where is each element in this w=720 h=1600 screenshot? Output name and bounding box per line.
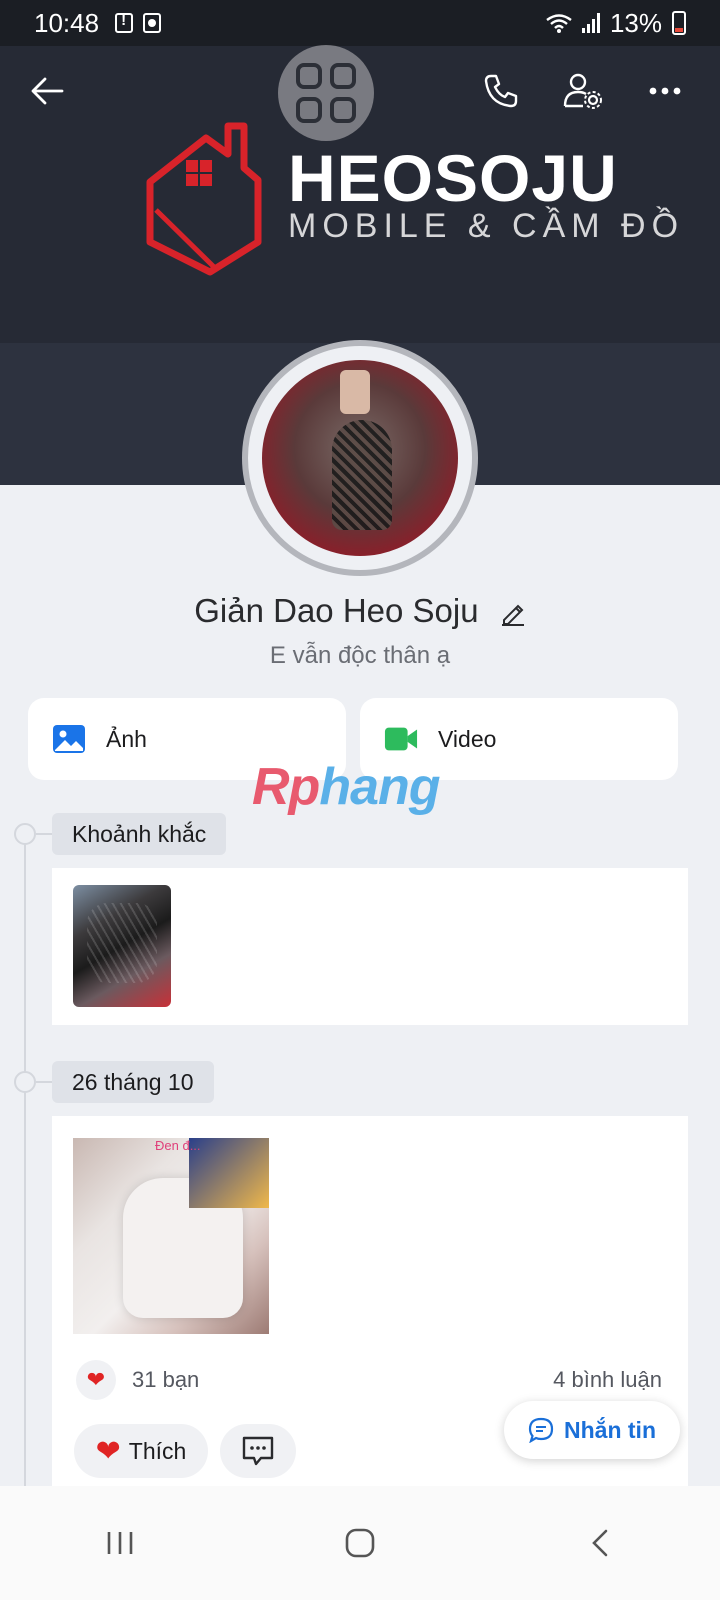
status-bar: 10:48 13% xyxy=(0,0,720,46)
message-button-label: Nhắn tin xyxy=(564,1416,656,1443)
chat-icon xyxy=(528,1417,554,1443)
system-nav-bar xyxy=(0,1486,720,1600)
home-button[interactable] xyxy=(330,1513,390,1573)
status-time: 10:48 xyxy=(34,7,100,38)
pencil-icon[interactable] xyxy=(500,600,526,627)
avatar[interactable] xyxy=(262,360,458,556)
screen-record-icon xyxy=(143,13,162,33)
reaction-summary: ❤ 31 bạn 4 bình luận xyxy=(76,1360,662,1400)
timeline-line xyxy=(24,830,26,1530)
phone-icon xyxy=(484,74,518,108)
battery-icon xyxy=(672,11,686,35)
heart-icon: ❤ xyxy=(95,1434,121,1468)
wifi-icon xyxy=(546,14,572,33)
avatar-frame[interactable] xyxy=(242,340,478,576)
chevron-left-icon xyxy=(592,1529,608,1557)
profile-bio: E vẫn độc thân ạ xyxy=(269,642,451,669)
recent-apps-icon xyxy=(107,1532,133,1554)
profile-settings-button[interactable] xyxy=(548,56,618,126)
post-photo[interactable]: Đen đ... xyxy=(73,1138,269,1334)
comment-button[interactable] xyxy=(220,1424,296,1478)
recent-apps-button[interactable] xyxy=(90,1513,150,1573)
battery-percent: 13% xyxy=(609,7,662,38)
profile-name-row: Giản Dao Heo Soju xyxy=(0,592,720,630)
signal-icon xyxy=(581,13,600,33)
video-camera-icon xyxy=(384,727,418,751)
home-icon xyxy=(345,1528,375,1558)
timeline-dot xyxy=(14,1071,36,1093)
more-horizontal-icon xyxy=(649,87,681,95)
house-logo-icon xyxy=(146,122,262,276)
reaction-count[interactable]: 31 bạn xyxy=(132,1367,199,1393)
message-button[interactable]: Nhắn tin xyxy=(504,1401,680,1459)
post-photo-caption: Đen đ... xyxy=(155,1138,201,1153)
image-icon xyxy=(53,725,85,753)
like-button-label: Thích xyxy=(128,1437,187,1464)
timeline-dot xyxy=(14,823,36,845)
timeline-tick xyxy=(36,833,52,835)
user-settings-icon xyxy=(563,73,602,109)
brand-name: HEOSOJU xyxy=(288,141,618,215)
timeline-label-moments: Khoảnh khắc xyxy=(52,813,227,855)
call-button[interactable] xyxy=(466,56,536,126)
watermark-part2: hang xyxy=(319,758,440,816)
back-nav-button[interactable] xyxy=(570,1513,630,1573)
moment-photo[interactable] xyxy=(73,885,171,1007)
watermark-part1: Rp xyxy=(252,758,320,816)
back-button[interactable] xyxy=(12,56,82,126)
profile-name: Giản Dao Heo Soju xyxy=(194,592,479,629)
comment-bubble-icon xyxy=(242,1436,274,1466)
heart-reaction-icon[interactable]: ❤ xyxy=(76,1360,116,1400)
photos-tab-label: Ảnh xyxy=(106,725,147,752)
like-button[interactable]: ❤ Thích xyxy=(74,1424,208,1478)
timeline-label-date: 26 tháng 10 xyxy=(52,1061,214,1103)
more-options-button[interactable] xyxy=(630,56,700,126)
alert-notification-icon xyxy=(115,12,134,33)
brand-tagline: MOBILE & CẦM ĐỒ xyxy=(288,207,685,245)
comment-count[interactable]: 4 bình luận xyxy=(553,1367,662,1393)
grid-icon xyxy=(296,63,356,123)
moments-card xyxy=(52,868,688,1025)
arrow-left-icon xyxy=(31,77,64,105)
timeline-tick xyxy=(36,1081,52,1083)
floating-apps-button[interactable] xyxy=(278,45,374,141)
watermark-logo: Rphang xyxy=(252,757,441,817)
video-tab-label: Video xyxy=(438,725,497,752)
